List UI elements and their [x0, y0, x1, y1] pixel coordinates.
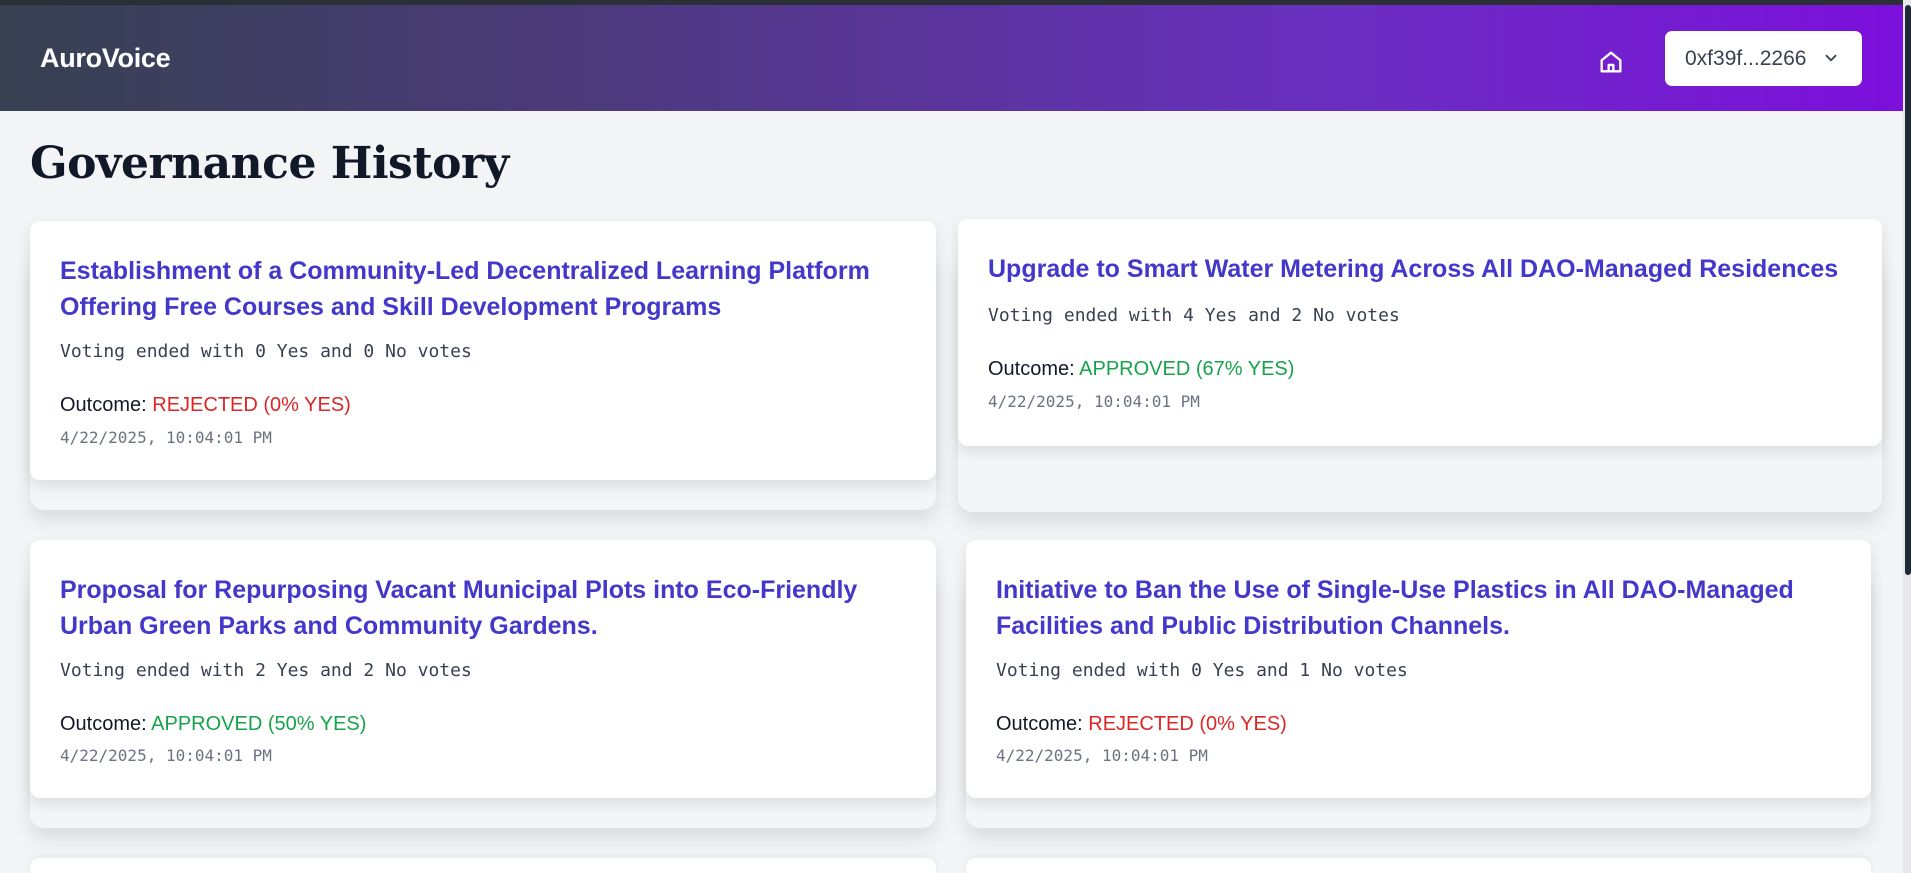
proposal-title[interactable]: Establishment of a Community-Led Decentr…	[60, 253, 908, 325]
proposal-title[interactable]: Initiative to Ban the Use of Single-Use …	[996, 572, 1843, 644]
home-icon	[1600, 51, 1622, 73]
home-button[interactable]	[1594, 45, 1628, 79]
proposal-timestamp: 4/22/2025, 10:04:01 PM	[996, 746, 1208, 765]
outcome-label: Outcome:	[60, 713, 147, 735]
vote-summary: Voting ended with 0 Yes and 0 No votes	[60, 341, 472, 362]
proposal-card[interactable]: Establishment of a Community-Led Decentr…	[30, 221, 936, 480]
outcome-label: Outcome:	[988, 358, 1075, 380]
proposal-card[interactable]: Initiative to Ban the Use of Single-Use …	[966, 540, 1871, 798]
outcome-line: Outcome: APPROVED (50% YES)	[60, 713, 366, 736]
app-logo[interactable]: AuroVoice	[40, 43, 171, 74]
proposal-title[interactable]: Proposal for Repurposing Vacant Municipa…	[60, 572, 908, 644]
chevron-down-icon	[1825, 54, 1837, 62]
outcome-status: APPROVED (50% YES)	[151, 713, 367, 735]
outcome-line: Outcome: REJECTED (0% YES)	[996, 713, 1287, 736]
outcome-status: REJECTED (0% YES)	[152, 394, 351, 416]
proposal-card-partial[interactable]	[966, 858, 1871, 873]
app-header: AuroVoice 0xf39f...2266	[0, 5, 1903, 111]
outcome-status: APPROVED (67% YES)	[1079, 358, 1295, 380]
outcome-label: Outcome:	[60, 394, 147, 416]
proposal-timestamp: 4/22/2025, 10:04:01 PM	[60, 428, 272, 447]
proposal-timestamp: 4/22/2025, 10:04:01 PM	[60, 746, 272, 765]
proposal-timestamp: 4/22/2025, 10:04:01 PM	[988, 392, 1200, 411]
vote-summary: Voting ended with 2 Yes and 2 No votes	[60, 660, 472, 681]
outcome-line: Outcome: APPROVED (67% YES)	[988, 358, 1294, 381]
proposal-card-partial[interactable]	[30, 858, 936, 873]
vote-summary: Voting ended with 4 Yes and 2 No votes	[988, 305, 1400, 326]
wallet-address: 0xf39f...2266	[1685, 46, 1807, 70]
page-title: Governance History	[30, 138, 509, 189]
proposal-title[interactable]: Upgrade to Smart Water Metering Across A…	[988, 251, 1854, 287]
proposal-card[interactable]: Upgrade to Smart Water Metering Across A…	[958, 219, 1882, 446]
scrollbar-thumb[interactable]	[1905, 5, 1911, 575]
proposal-card[interactable]: Proposal for Repurposing Vacant Municipa…	[30, 540, 936, 798]
outcome-label: Outcome:	[996, 713, 1083, 735]
vote-summary: Voting ended with 0 Yes and 1 No votes	[996, 660, 1408, 681]
outcome-status: REJECTED (0% YES)	[1088, 713, 1287, 735]
outcome-line: Outcome: REJECTED (0% YES)	[60, 394, 351, 417]
wallet-dropdown[interactable]: 0xf39f...2266	[1665, 31, 1862, 86]
